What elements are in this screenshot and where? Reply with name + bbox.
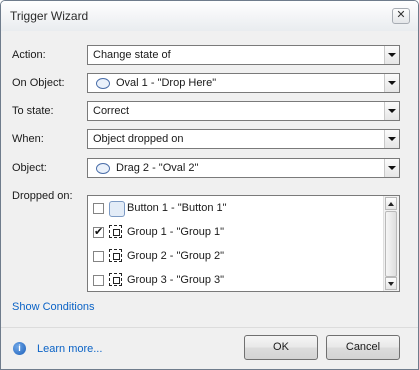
when-select[interactable]: Object dropped on (87, 129, 400, 149)
trigger-wizard-dialog: Trigger Wizard ✕ Action: Change state of… (0, 0, 419, 370)
close-button[interactable]: ✕ (392, 8, 410, 24)
on-object-value: Oval 1 - "Drop Here" (116, 77, 217, 89)
chevron-down-icon[interactable] (384, 159, 399, 177)
list-scrollbar[interactable] (383, 196, 399, 291)
list-item[interactable]: Group 3 - "Group 3" (91, 271, 381, 291)
info-icon[interactable]: i (13, 342, 26, 355)
chevron-down-icon[interactable] (384, 102, 399, 120)
group-icon (109, 249, 122, 262)
when-value: Object dropped on (93, 133, 184, 145)
checkbox[interactable] (93, 251, 104, 262)
ok-button[interactable]: OK (244, 335, 318, 360)
chevron-down-icon[interactable] (384, 74, 399, 92)
action-value: Change state of (93, 49, 171, 61)
action-label: Action: (12, 49, 46, 61)
on-object-select[interactable]: Oval 1 - "Drop Here" (87, 73, 400, 93)
dialog-body: Action: Change state of On Object: Oval … (1, 31, 418, 327)
checkbox[interactable]: ✔ (93, 227, 104, 238)
when-label: When: (12, 133, 44, 145)
to-state-value: Correct (93, 105, 130, 117)
oval-shape-icon (96, 163, 110, 174)
oval-shape-icon (96, 78, 110, 89)
cancel-button[interactable]: Cancel (326, 335, 400, 360)
scroll-thumb[interactable] (385, 211, 397, 277)
list-item-label: Button 1 - "Button 1" (127, 202, 227, 214)
to-state-label: To state: (12, 105, 54, 117)
button-shape-icon (109, 201, 125, 217)
close-icon: ✕ (396, 9, 406, 21)
scroll-up-icon[interactable] (385, 197, 397, 210)
chevron-down-icon[interactable] (384, 130, 399, 148)
dropped-on-list[interactable]: Button 1 - "Button 1" ✔ Group 1 - "Group… (87, 195, 400, 292)
chevron-down-icon[interactable] (384, 46, 399, 64)
list-item[interactable]: Button 1 - "Button 1" (91, 199, 381, 219)
list-item-label: Group 1 - "Group 1" (127, 226, 225, 238)
on-object-label: On Object: (12, 77, 65, 89)
object-value: Drag 2 - "Oval 2" (116, 162, 199, 174)
show-conditions-link[interactable]: Show Conditions (12, 301, 95, 313)
action-select[interactable]: Change state of (87, 45, 400, 65)
object-label: Object: (12, 162, 47, 174)
list-item[interactable]: Group 2 - "Group 2" (91, 247, 381, 267)
to-state-select[interactable]: Correct (87, 101, 400, 121)
group-icon (109, 225, 122, 238)
checkbox[interactable] (93, 275, 104, 286)
learn-more-link[interactable]: Learn more... (37, 343, 102, 355)
dialog-title: Trigger Wizard (10, 9, 89, 23)
scroll-down-icon[interactable] (385, 277, 397, 290)
dropped-on-label: Dropped on: (12, 190, 73, 202)
dialog-footer: i Learn more... OK Cancel (1, 327, 418, 369)
list-item[interactable]: ✔ Group 1 - "Group 1" (91, 223, 381, 243)
group-icon (109, 273, 122, 286)
list-item-label: Group 2 - "Group 2" (127, 250, 225, 262)
checkbox[interactable] (93, 203, 104, 214)
title-bar: Trigger Wizard ✕ (1, 1, 418, 31)
object-select[interactable]: Drag 2 - "Oval 2" (87, 158, 400, 178)
list-item-label: Group 3 - "Group 3" (127, 274, 225, 286)
